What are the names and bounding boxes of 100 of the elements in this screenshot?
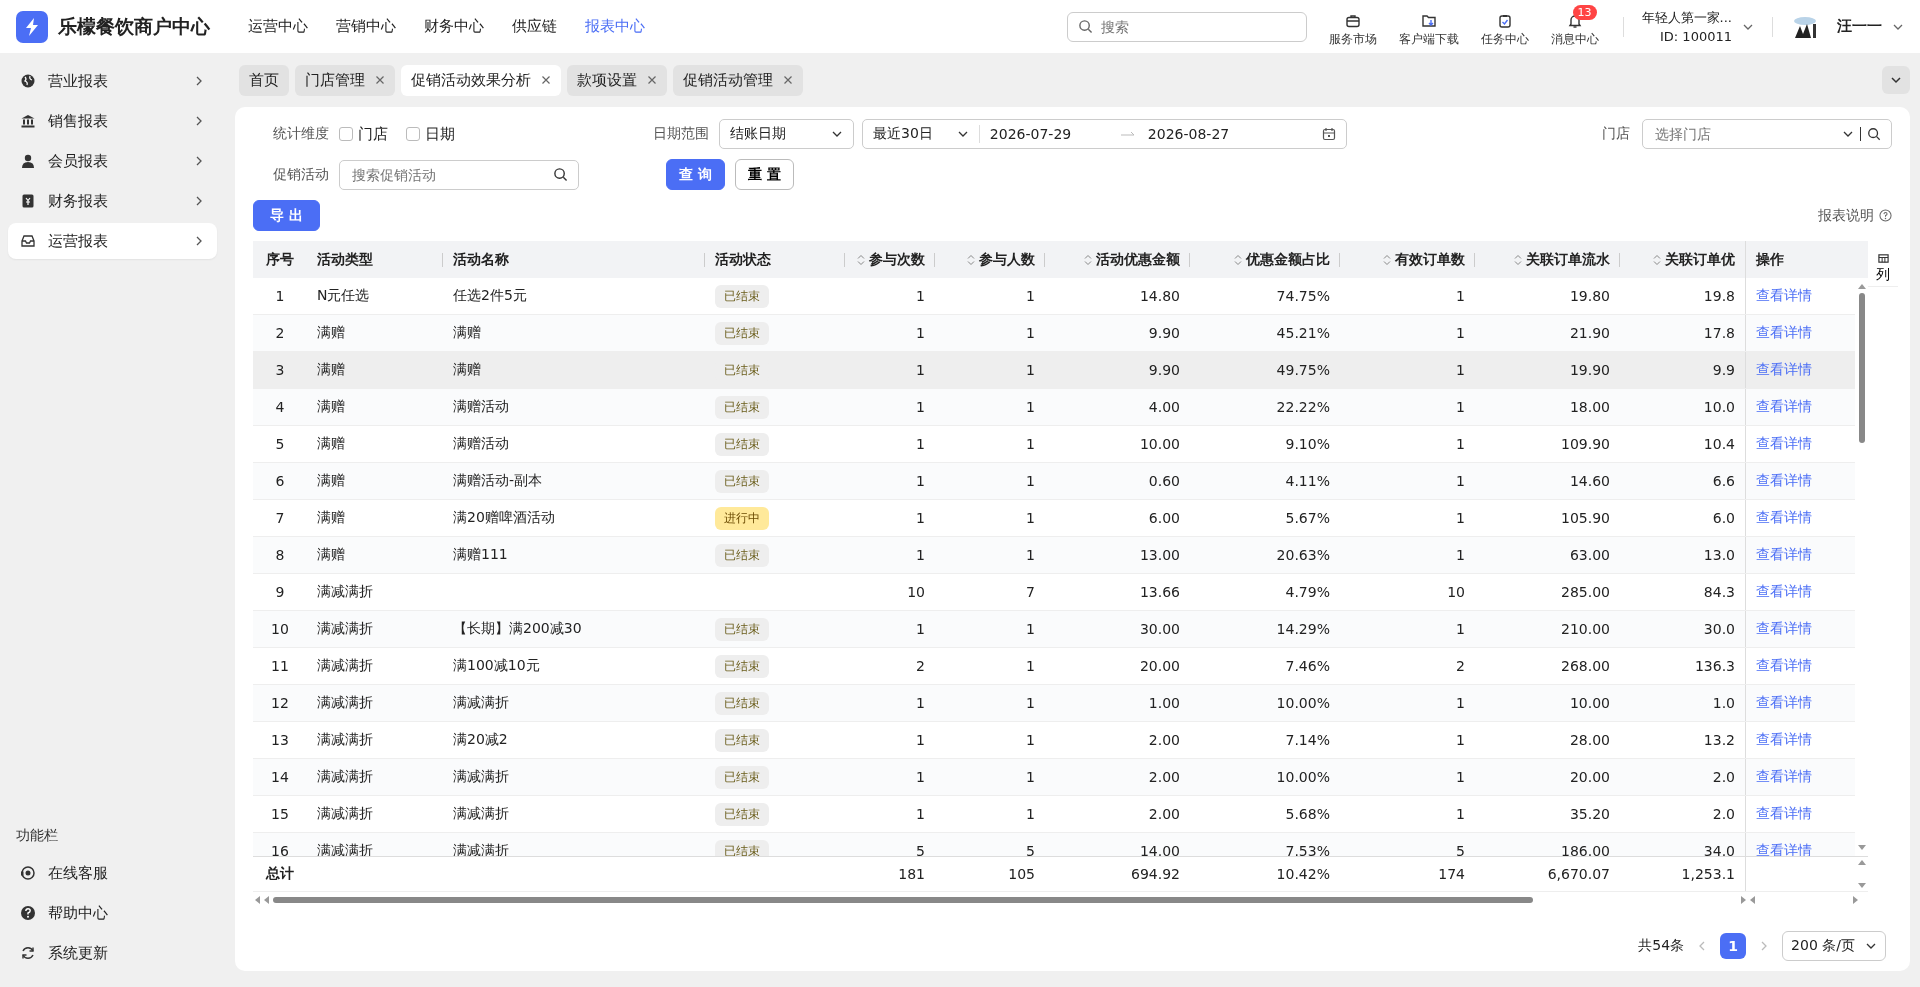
search-icon[interactable] <box>553 167 568 182</box>
column-header[interactable]: 参与人数 <box>935 241 1045 278</box>
toolbar-button[interactable]: 服务市场 <box>1322 5 1383 48</box>
table-cell: 63.00 <box>1569 547 1610 563</box>
filter-label: 统计维度 <box>273 125 330 143</box>
toolbar-button[interactable]: 13 消息中心 <box>1544 5 1605 48</box>
table-cell: 满减满折 <box>453 805 509 823</box>
sidebar-item[interactable]: 财务报表 <box>8 183 217 219</box>
checkbox[interactable] <box>406 127 420 141</box>
sort-icon[interactable] <box>1234 253 1242 266</box>
page-size-select[interactable]: 200 条/页 <box>1782 931 1886 961</box>
table-cell: 11 <box>271 658 289 674</box>
sort-icon[interactable] <box>967 253 975 266</box>
tab[interactable]: 款项设置 <box>567 64 667 96</box>
sidebar-item[interactable]: 营业报表 <box>8 63 217 99</box>
close-icon[interactable] <box>541 75 551 85</box>
sidebar-item[interactable]: 会员报表 <box>8 143 217 179</box>
view-details-link[interactable]: 查看详情 <box>1756 768 1812 786</box>
column-header[interactable]: 活动优惠金额 <box>1045 241 1190 278</box>
status-tag: 已结束 <box>715 395 769 419</box>
search-input[interactable]: 搜索 <box>1098 17 1296 36</box>
nav-item[interactable]: 营销中心 <box>336 17 396 36</box>
view-details-link[interactable]: 查看详情 <box>1756 361 1812 379</box>
query-button[interactable]: 查 询 <box>666 159 725 190</box>
nav-item[interactable]: 运营中心 <box>248 17 308 36</box>
store-input[interactable]: 选择门店 <box>1653 125 1834 143</box>
view-details-link[interactable]: 查看详情 <box>1756 435 1812 453</box>
tab[interactable]: 促销活动管理 <box>673 64 803 96</box>
view-details-link[interactable]: 查看详情 <box>1756 472 1812 490</box>
view-details-link[interactable]: 查看详情 <box>1756 620 1812 638</box>
status-tag: 已结束 <box>715 617 769 641</box>
date-preset[interactable]: 最近30日 <box>873 125 933 143</box>
column-header[interactable]: 关联订单流水 <box>1475 241 1620 278</box>
total-cell: 1,253.1 <box>1681 866 1735 882</box>
sort-icon[interactable] <box>1514 253 1522 266</box>
sort-icon[interactable] <box>1084 253 1092 266</box>
sort-icon[interactable] <box>1653 253 1661 266</box>
tab[interactable]: 门店管理 <box>295 64 395 96</box>
view-details-link[interactable]: 查看详情 <box>1756 398 1812 416</box>
close-icon[interactable] <box>647 75 657 85</box>
view-details-link[interactable]: 查看详情 <box>1756 287 1812 305</box>
nav-item[interactable]: 报表中心 <box>585 17 645 36</box>
reset-button[interactable]: 重 置 <box>734 159 794 190</box>
sidebar-item[interactable]: 销售报表 <box>8 103 217 139</box>
toolbar-button[interactable]: 任务中心 <box>1474 5 1535 48</box>
table-cell: 1 <box>1456 510 1465 526</box>
table-cell: 满减满折 <box>317 657 373 675</box>
date-range-field[interactable]: 最近30日 2026-07-29 2026-08-27 <box>862 119 1347 149</box>
checkbox[interactable] <box>339 127 353 141</box>
help-icon <box>20 905 36 921</box>
store-select[interactable]: 选择门店 <box>1642 119 1892 149</box>
close-icon[interactable] <box>375 75 385 85</box>
sidebar-item[interactable]: 帮助中心 <box>8 895 217 931</box>
tab[interactable]: 首页 <box>239 64 289 96</box>
sort-icon[interactable] <box>1383 253 1391 266</box>
total-cell: 694.92 <box>1131 866 1180 882</box>
column-header[interactable]: 参与次数 <box>845 241 935 278</box>
sidebar-item[interactable]: 在线客服 <box>8 855 217 891</box>
folder-download-icon <box>1420 13 1437 29</box>
search-field[interactable]: 搜索 <box>1066 11 1307 42</box>
nav-item[interactable]: 财务中心 <box>424 17 484 36</box>
column-header[interactable]: 关联订单优 <box>1620 241 1745 278</box>
column-header: 活动状态 <box>705 241 845 278</box>
nav-item[interactable]: 供应链 <box>512 17 557 36</box>
table-cell: 9.9 <box>1712 362 1735 378</box>
table-cell: 74.75% <box>1276 288 1330 304</box>
table-cell: 19.8 <box>1703 288 1735 304</box>
view-details-link[interactable]: 查看详情 <box>1756 657 1812 675</box>
end-date[interactable]: 2026-08-27 <box>1147 126 1278 142</box>
report-help-link[interactable]: 报表说明 <box>1818 206 1892 225</box>
export-button[interactable]: 导 出 <box>253 200 320 231</box>
table-cell: 19.90 <box>1569 362 1610 378</box>
table-cell: 满赠 <box>453 361 481 379</box>
sidebar-item[interactable]: 运营报表 <box>8 223 217 259</box>
view-details-link[interactable]: 查看详情 <box>1756 324 1812 342</box>
toolbar-button[interactable]: 客户端下载 <box>1392 5 1465 48</box>
view-details-link[interactable]: 查看详情 <box>1756 731 1812 749</box>
view-details-link[interactable]: 查看详情 <box>1756 805 1812 823</box>
total-cell: 10.42% <box>1276 866 1330 882</box>
close-icon[interactable] <box>783 75 793 85</box>
column-header[interactable]: 优惠金额占比 <box>1190 241 1340 278</box>
view-details-link[interactable]: 查看详情 <box>1756 583 1812 601</box>
view-details-link[interactable]: 查看详情 <box>1756 509 1812 527</box>
table-cell: 1 <box>916 288 925 304</box>
date-type-select[interactable]: 结账日期 <box>719 119 854 149</box>
view-details-link[interactable]: 查看详情 <box>1756 694 1812 712</box>
promotion-search-field[interactable]: 搜索促销活动 <box>339 159 579 190</box>
view-details-link[interactable]: 查看详情 <box>1756 842 1812 856</box>
column-header[interactable]: 有效订单数 <box>1340 241 1475 278</box>
page-button[interactable]: 1 <box>1720 933 1747 959</box>
start-date[interactable]: 2026-07-29 <box>989 126 1120 142</box>
sort-icon[interactable] <box>857 253 865 266</box>
tab[interactable]: 促销活动效果分析 <box>401 64 561 96</box>
promotion-input[interactable]: 搜索促销活动 <box>350 165 545 184</box>
search-icon[interactable] <box>1867 127 1881 141</box>
sidebar-item[interactable]: 系统更新 <box>8 935 217 971</box>
user-name: 汪一一 <box>1837 17 1882 36</box>
table-cell: 1 <box>916 510 925 526</box>
view-details-link[interactable]: 查看详情 <box>1756 546 1812 564</box>
tabs-menu-button[interactable] <box>1882 66 1910 94</box>
